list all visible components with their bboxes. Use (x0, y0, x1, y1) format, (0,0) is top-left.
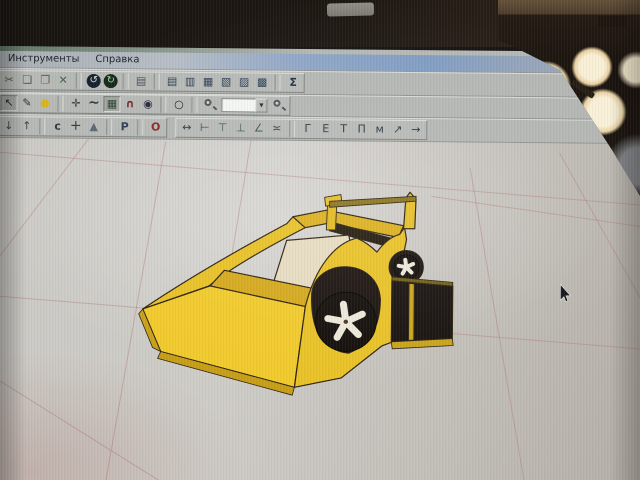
triangle-tool-icon[interactable]: ▲ (85, 119, 102, 135)
label-e-icon[interactable]: Е (317, 121, 334, 137)
zoom-out-icon[interactable] (201, 97, 218, 113)
arrow-down-tool-icon[interactable]: ↓ (0, 118, 17, 134)
monitor-bezel (0, 0, 640, 47)
zoom-in-icon[interactable] (270, 98, 287, 114)
toolbar-standard-group: ✂❏❐✕↺↻▤▤▥▦▧▨▩Σ (0, 70, 305, 93)
sum-icon[interactable]: Σ (285, 75, 302, 91)
zoom-level-combo[interactable]: ▾ (221, 98, 267, 112)
view-button-3-icon[interactable]: ▦ (200, 74, 217, 90)
toolbar-separator (137, 119, 143, 135)
label-p-icon[interactable]: П (353, 121, 370, 137)
drawer-face (391, 281, 453, 343)
brush-tool-icon[interactable]: ✎ (18, 95, 35, 111)
spoiler-bar (330, 195, 416, 208)
label-t-icon[interactable]: Т (335, 121, 352, 137)
dim-linear-icon[interactable]: ⊢ (196, 120, 213, 136)
dropdown-arrow-icon[interactable]: ▾ (255, 98, 267, 112)
label-g-icon[interactable]: Г (299, 121, 316, 137)
view-button-2-icon[interactable]: ▥ (182, 74, 199, 90)
circle-tool-icon[interactable]: ○ (170, 97, 187, 113)
front-hub-dot (344, 320, 349, 324)
toolbar-separator (154, 74, 160, 90)
toolbar-separator (76, 73, 82, 89)
lightbulb-icon[interactable]: ● (36, 95, 53, 111)
dim-bottom-icon[interactable]: ⊥ (232, 120, 249, 136)
view-button-5-icon[interactable]: ▨ (236, 74, 253, 90)
pan-tool-icon[interactable]: ✛ (67, 96, 84, 112)
photo-of-laptop-screen: ИнструментыСправка ✂❏❐✕↺↻▤▤▥▦▧▨▩Σ ↖✎●✛~▦… (0, 0, 640, 480)
drawer-divider (409, 283, 415, 340)
undo-icon[interactable]: ↺ (87, 74, 101, 88)
view-button-6-icon[interactable]: ▩ (254, 74, 271, 90)
dim-horizontal-icon[interactable]: ↔ (178, 120, 195, 136)
toolbar-tools-group: ↖✎● ✛~▦∩◉ ○ ▾ (0, 93, 291, 116)
dim-aligned-icon[interactable]: ∠ (250, 120, 267, 136)
orbit-tool-icon[interactable]: ◉ (139, 96, 156, 112)
toolbar-separator (160, 97, 166, 113)
delete-icon[interactable]: ✕ (55, 73, 72, 89)
copy-icon[interactable]: ❏ (19, 72, 36, 88)
polyline-arrow-icon[interactable]: → (407, 122, 424, 138)
zoom-input[interactable] (221, 98, 255, 112)
3d-viewport[interactable] (0, 138, 640, 480)
magnifier-lens (204, 99, 211, 106)
leader-arrow-icon[interactable]: ↗ (389, 122, 406, 138)
magnet-snap-icon[interactable]: ∩ (121, 96, 138, 112)
magnifier-handle (281, 106, 286, 111)
dim-top-icon[interactable]: ⊤ (214, 120, 231, 136)
view-button-1-icon[interactable]: ▤ (164, 74, 181, 90)
rear-hub (404, 265, 409, 270)
mouse-cursor (560, 284, 570, 301)
car-bed-model[interactable] (138, 190, 455, 397)
toolbar-separator (39, 118, 45, 134)
view-button-4-icon[interactable]: ▧ (218, 74, 235, 90)
red-circle-tool-icon[interactable]: O (147, 119, 164, 135)
select-tool-icon[interactable]: ↖ (0, 95, 17, 111)
magnifier-handle (212, 106, 217, 111)
dim-offset-icon[interactable]: ≍ (268, 121, 285, 137)
rotate-tool-icon[interactable]: c (49, 119, 66, 135)
move-tool-icon[interactable]: + (67, 119, 84, 135)
cad-app-window: ИнструментыСправка ✂❏❐✕↺↻▤▤▥▦▧▨▩Σ ↖✎●✛~▦… (0, 46, 640, 480)
arrow-up-tool-icon[interactable]: ↑ (18, 118, 35, 134)
cut-icon[interactable]: ✂ (1, 72, 18, 88)
redo-icon[interactable]: ↻ (104, 74, 118, 88)
paste-icon[interactable]: ❐ (37, 72, 54, 88)
bezel-hinge (327, 2, 374, 16)
label-m-icon[interactable]: м (371, 122, 388, 138)
toolbar-edit-group: ↓↑ c+▲ PO (0, 116, 167, 138)
magnifier-lens (273, 100, 280, 107)
toolbar-separator (289, 121, 295, 137)
toolbar-dimension-group: ↔⊢⊤⊥∠≍ ГЕТПм↗→ (175, 118, 427, 140)
toolbar-separator (106, 119, 112, 135)
toolbar-separator (275, 75, 281, 91)
toolbar-separator (57, 96, 63, 112)
menu-tools[interactable]: Инструменты (0, 52, 88, 67)
menu-help[interactable]: Справка (87, 53, 147, 68)
properties-tool-icon[interactable]: P (116, 119, 133, 135)
toolbar-separator (123, 73, 129, 89)
toolbar-separator (191, 97, 197, 113)
grid-toggle-icon[interactable]: ▦ (103, 96, 120, 112)
curve-tool-icon[interactable]: ~ (85, 96, 102, 112)
print-icon[interactable]: ▤ (133, 73, 150, 89)
